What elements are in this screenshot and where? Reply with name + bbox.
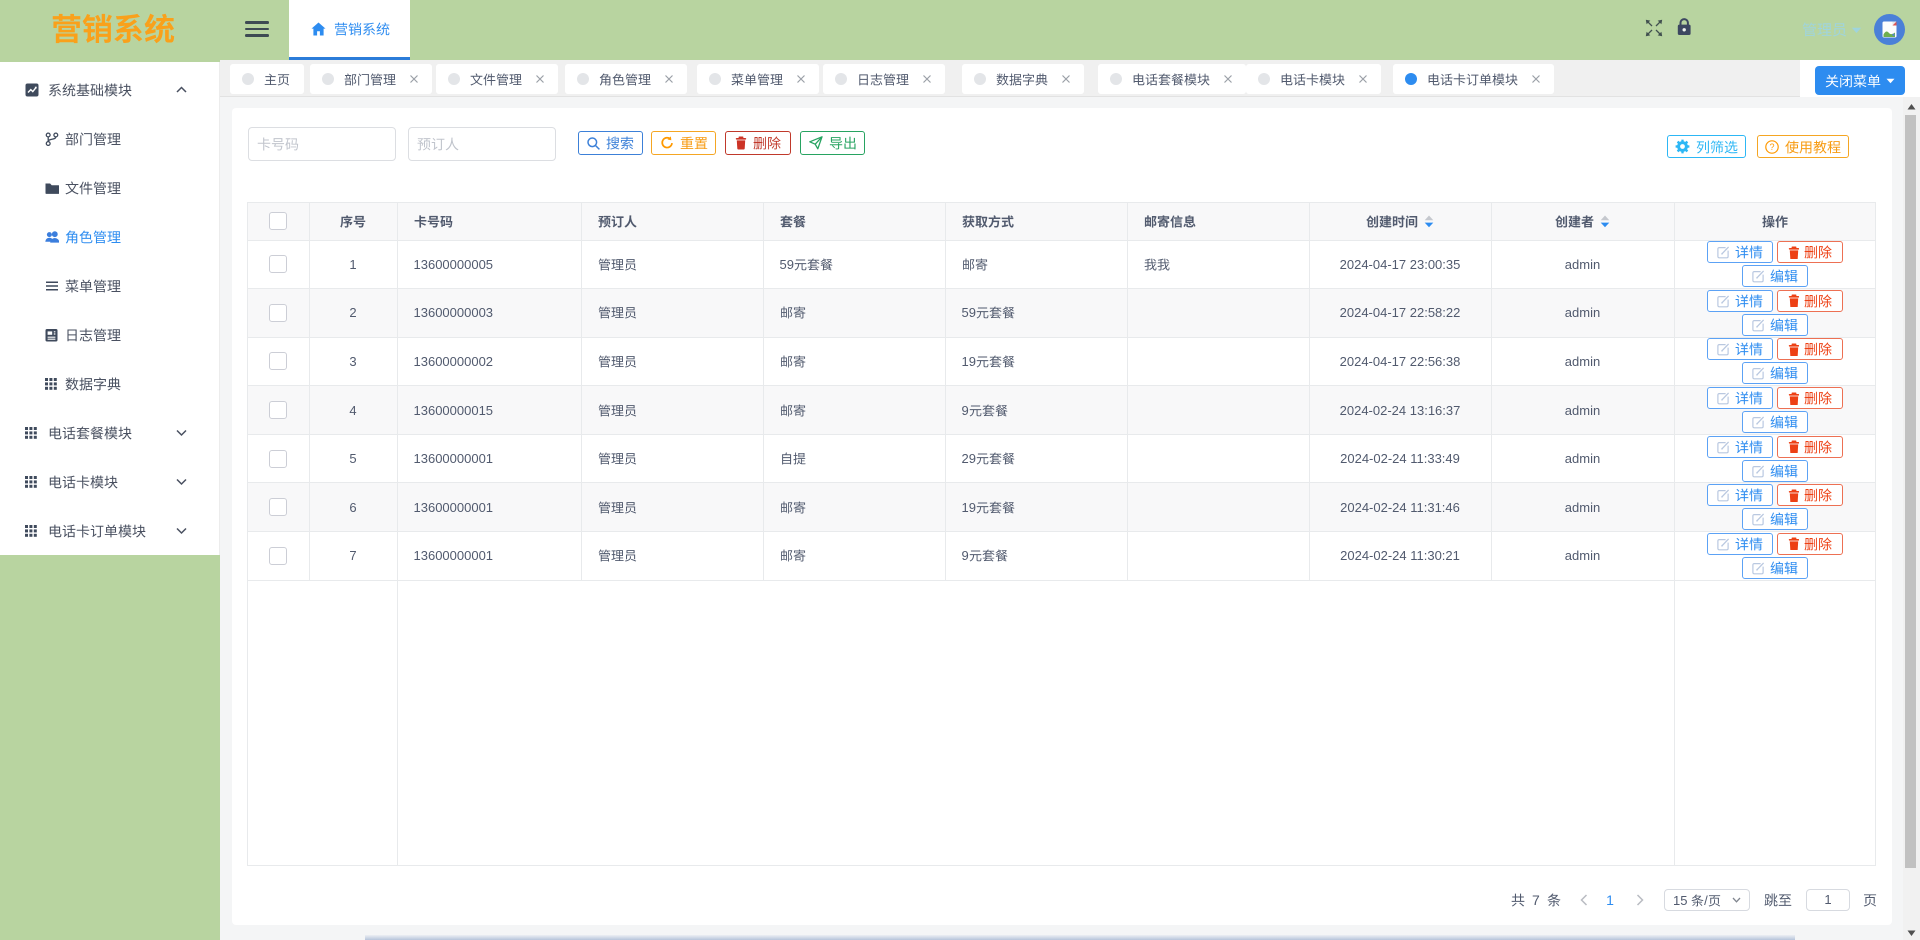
svg-text:?: ? [1769,142,1774,152]
